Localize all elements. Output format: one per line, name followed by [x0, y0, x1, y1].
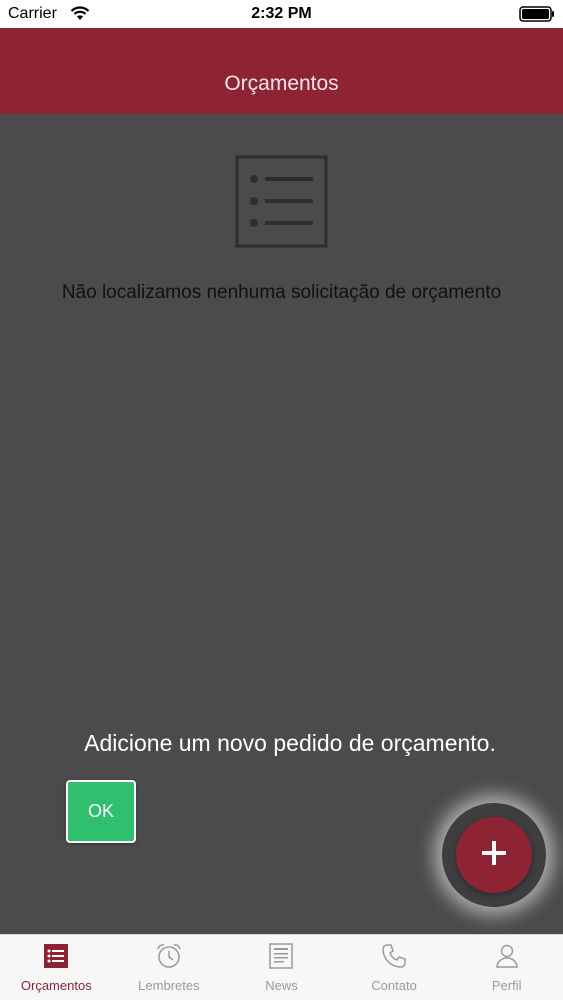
phone-icon [381, 943, 407, 974]
tab-label: News [265, 978, 298, 993]
tab-news[interactable]: News [225, 935, 338, 1000]
tab-label: Lembretes [138, 978, 200, 993]
tab-bar: Orçamentos Lembretes News Contato Perfil [0, 934, 563, 1000]
tab-orcamentos[interactable]: Orçamentos [0, 935, 113, 1000]
tab-label: Contato [371, 978, 417, 993]
add-quote-button[interactable] [456, 817, 532, 893]
newspaper-icon [268, 943, 294, 974]
alarm-clock-icon [155, 943, 183, 974]
tutorial-text: Adicione um novo pedido de orçamento. [84, 730, 496, 756]
tab-label: Perfil [491, 978, 522, 993]
plus-icon [481, 840, 507, 871]
empty-state-message: Não localizamos nenhuma solicitação de o… [61, 282, 502, 303]
tab-perfil[interactable]: Perfil [450, 935, 563, 1000]
navigation-bar: Orçamentos [0, 28, 563, 114]
ok-button[interactable]: OK [66, 780, 136, 843]
tab-contato[interactable]: Contato [338, 935, 451, 1000]
page-title: Orçamentos [224, 72, 339, 95]
list-icon [235, 155, 328, 253]
battery-icon [519, 6, 555, 27]
clock: 2:32 PM [251, 5, 312, 22]
tab-label: Orçamentos [20, 978, 92, 993]
tab-lembretes[interactable]: Lembretes [113, 935, 226, 1000]
list-icon [43, 943, 69, 974]
status-bar: Carrier 2:32 PM [0, 0, 563, 28]
person-icon [494, 943, 520, 974]
